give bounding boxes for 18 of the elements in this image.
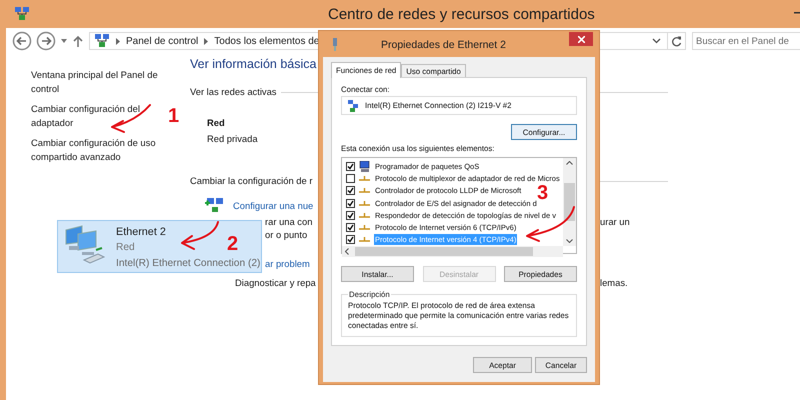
adapter-name: Ethernet 2 xyxy=(116,225,166,240)
adapter-network: Red xyxy=(116,241,135,255)
section-heading: Ver información básica xyxy=(190,57,318,71)
task-description: urar un xyxy=(600,216,631,226)
step-number: 2 xyxy=(227,234,238,254)
section-label: Cambiar la configuración de r xyxy=(190,174,314,186)
window-title: Centro de redes y recursos compartidos xyxy=(328,6,595,23)
step-number: 1 xyxy=(168,106,180,126)
task-description: lemas. xyxy=(600,276,629,288)
task-description: or o punto xyxy=(265,228,308,240)
task-description: rar una con xyxy=(265,216,314,226)
task-description: Diagnosticar y repa xyxy=(235,276,317,288)
step-number: 3 xyxy=(537,183,548,203)
dialog-title: Propiedades de Ethernet 2 xyxy=(381,39,506,51)
section-label: Ver las redes activas xyxy=(190,86,276,96)
adapter-device: Intel(R) Ethernet Connection (2) xyxy=(116,257,260,271)
network-type: Red privada xyxy=(206,132,259,144)
network-name: Red xyxy=(206,116,226,128)
